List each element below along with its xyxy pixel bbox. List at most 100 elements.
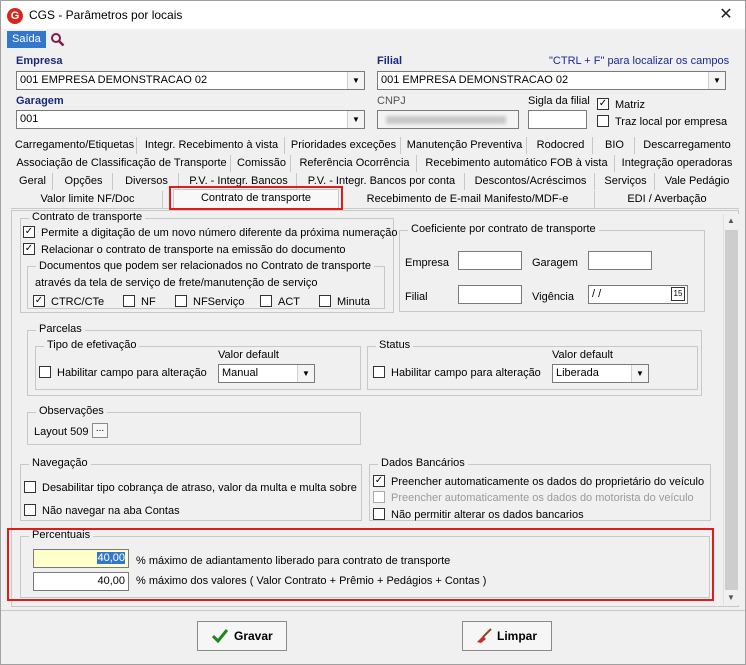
garagem-label: Garagem [16,95,64,107]
tab-prioridades[interactable]: Prioridades exceções [287,137,401,154]
habilitar-status-label: Habilitar campo para alteração [391,367,541,379]
limpar-button[interactable]: Limpar [462,621,552,651]
coef-vigencia-label: Vigência [532,291,574,303]
relacionar-label: Relacionar o contrato de transporte na e… [41,244,346,256]
broom-icon [477,628,492,643]
menu-saida[interactable]: Saída [7,31,46,48]
doc-act-label: ACT [278,296,300,308]
bancario-motorista-checkbox[interactable] [373,491,385,503]
bancario-nao-alterar-checkbox[interactable] [373,508,385,520]
status-title: Status [376,339,414,351]
coef-filial-label: Filial [405,291,428,303]
chevron-down-icon[interactable]: ▼ [631,365,648,382]
main-window: G CGS - Parâmetros por locais ✕ Saída Em… [0,0,746,665]
chevron-down-icon[interactable]: ▼ [347,72,364,89]
doc-nf-checkbox[interactable] [123,295,135,307]
habilitar-tipo-checkbox[interactable] [39,366,51,378]
app-logo-icon: G [7,8,23,24]
doc-ctrc-checkbox[interactable]: ✓ [33,295,45,307]
habilitar-tipo-label: Habilitar campo para alteração [57,367,207,379]
tab-vale-pedagio[interactable]: Vale Pedágio [657,173,737,190]
cnpj-label: CNPJ [377,95,406,107]
chevron-down-icon[interactable]: ▼ [347,111,364,128]
close-icon[interactable]: ✕ [709,3,743,27]
matriz-label: Matriz [615,99,645,111]
parcelas-title: Parcelas [36,323,85,335]
title-bar: G CGS - Parâmetros por locais ✕ [1,1,745,29]
desabilitar-checkbox[interactable] [24,481,36,493]
obs-layout-label: Layout 509 [34,426,89,438]
doc-act-checkbox[interactable] [260,295,272,307]
tab-carregamento[interactable]: Carregamento/Etiquetas [13,137,137,154]
permite-checkbox[interactable]: ✓ [23,226,35,238]
tab-geral[interactable]: Geral [13,173,53,190]
coef-empresa-label: Empresa [405,257,450,269]
relacionar-checkbox[interactable]: ✓ [23,243,35,255]
chevron-down-icon[interactable]: ▼ [297,365,314,382]
coef-garagem-field[interactable] [588,251,652,270]
bancario-motorista-label: Preencher automaticamente os dados do mo… [391,492,694,504]
tab-descontos[interactable]: Descontos/Acréscimos [467,173,595,190]
vigencia-field[interactable]: / / 15 [588,285,688,304]
gravar-button[interactable]: Gravar [197,621,287,651]
calendar-icon[interactable]: 15 [671,287,685,301]
scroll-down-icon[interactable]: ▼ [727,593,735,602]
empresa-select[interactable]: 001 EMPRESA DEMONSTRACAO 02 ▼ [16,71,365,90]
tab-manutencao[interactable]: Manutenção Preventiva [403,137,527,154]
empresa-label: Empresa [16,55,63,67]
scroll-up-icon[interactable]: ▲ [727,216,735,225]
filial-select[interactable]: 001 EMPRESA DEMONSTRACAO 02 ▼ [377,71,726,90]
tab-servicos[interactable]: Serviços [597,173,655,190]
traz-local-checkbox[interactable] [597,115,609,127]
tab-valor-limite[interactable]: Valor limite NF/Doc [13,191,163,208]
coef-empresa-field[interactable] [458,251,522,270]
tab-associacao[interactable]: Associação de Classificação de Transport… [13,155,231,172]
empresa-value: 001 EMPRESA DEMONSTRACAO 02 [20,74,208,86]
doc-nf-label: NF [141,296,156,308]
desabilitar-label: Desabilitar tipo cobrança de atraso, val… [42,482,357,494]
garagem-select[interactable]: 001 ▼ [16,110,365,129]
doc-nfservico-label: NFServiço [193,296,245,308]
tipo-title: Tipo de efetivação [44,339,140,351]
chevron-down-icon[interactable]: ▼ [708,72,725,89]
tab-integracao[interactable]: Integração operadoras [617,155,737,172]
doc-ctrc-label: CTRC/CTe [51,296,105,308]
search-icon[interactable] [50,32,65,47]
tab-opcoes[interactable]: Opções [55,173,113,190]
cnpj-field[interactable] [377,110,519,129]
tipo-select[interactable]: Manual ▼ [218,364,315,383]
bancario-proprietario-checkbox[interactable]: ✓ [373,475,385,487]
tab-recebimento-fob[interactable]: Recebimento automático FOB à vista [419,155,615,172]
coef-filial-field[interactable] [458,285,522,304]
tab-descarregamento[interactable]: Descarregamento [637,137,737,154]
obs-browse-button[interactable]: ... [92,423,108,438]
garagem-value: 001 [20,113,39,125]
vertical-scrollbar[interactable]: ▲ ▼ [723,214,739,605]
scroll-thumb[interactable] [725,230,738,590]
filial-value: 001 EMPRESA DEMONSTRACAO 02 [381,74,569,86]
sigla-field[interactable] [528,110,587,129]
docs-subtitle: através da tela de serviço de frete/manu… [35,277,318,289]
valor-default-label-2: Valor default [552,349,613,361]
obs-title: Observações [36,405,107,417]
tab-recebimento-email[interactable]: Recebimento de E-mail Manifesto/MDF-e [341,191,595,208]
bancarios-title: Dados Bancários [378,457,468,469]
tipo-value: Manual [222,367,259,379]
status-select[interactable]: Liberada ▼ [552,364,649,383]
tab-rodocred[interactable]: Rodocred [529,137,593,154]
bancario-proprietario-label: Preencher automaticamente os dados do pr… [391,476,705,488]
menu-bar: Saída [1,29,745,49]
nao-navegar-label: Não navegar na aba Contas [42,505,180,517]
tab-comissao[interactable]: Comissão [233,155,291,172]
doc-minuta-checkbox[interactable] [319,295,331,307]
tab-integr-recebimento[interactable]: Integr. Recebimento à vista [139,137,285,154]
window-title: CGS - Parâmetros por locais [29,8,183,22]
permite-label: Permite a digitação de um novo número di… [41,227,398,239]
tab-bio[interactable]: BIO [595,137,635,154]
nao-navegar-checkbox[interactable] [24,504,36,516]
tab-edi-averbacao[interactable]: EDI / Averbação [597,191,737,208]
doc-nfservico-checkbox[interactable] [175,295,187,307]
tab-referencia[interactable]: Referência Ocorrência [293,155,417,172]
habilitar-status-checkbox[interactable] [373,366,385,378]
matriz-checkbox[interactable]: ✓ [597,98,609,110]
